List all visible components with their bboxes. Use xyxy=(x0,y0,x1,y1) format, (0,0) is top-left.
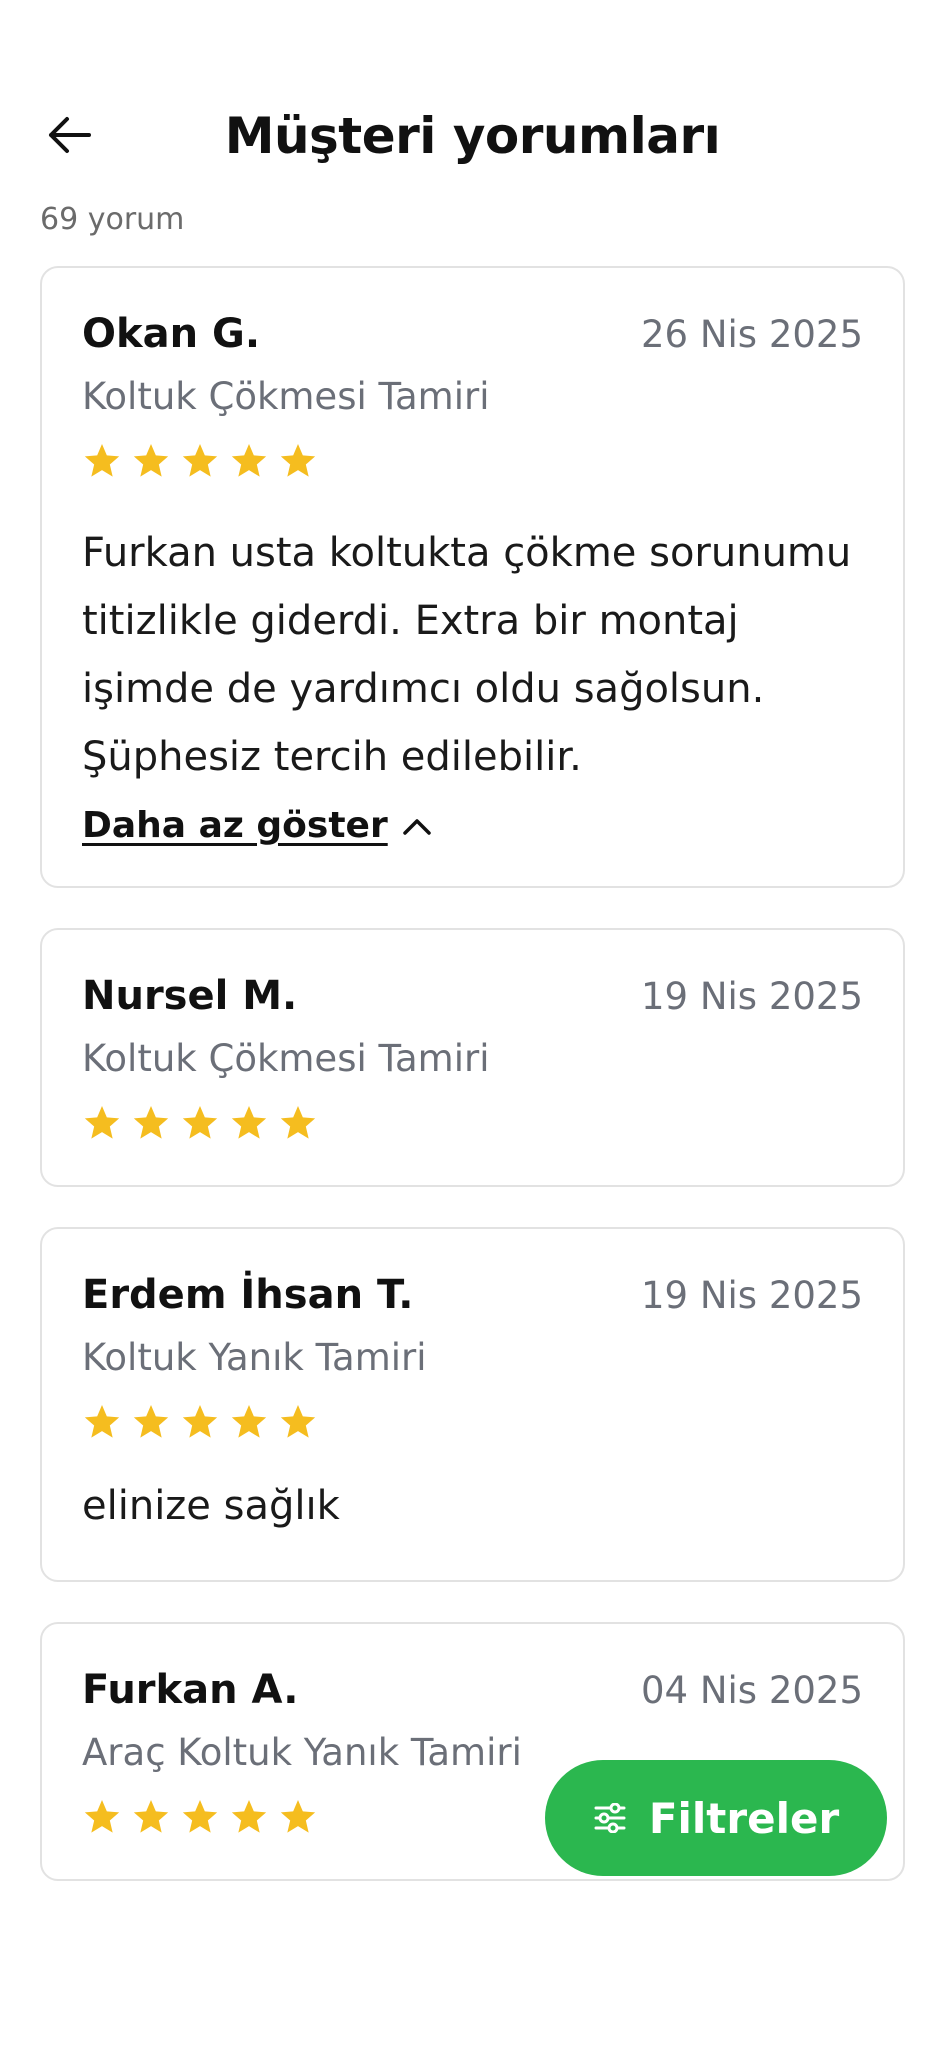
star-icon xyxy=(231,444,267,477)
chevron-up-icon xyxy=(402,818,431,835)
review-card: Erdem İhsan T. 19 Nis 2025 Koltuk Yanık … xyxy=(40,1227,905,1582)
star-icon xyxy=(133,444,169,477)
star-icon xyxy=(133,1106,169,1139)
star-icon xyxy=(280,1106,316,1139)
star-rating xyxy=(82,1101,863,1145)
show-less-label: Daha az göster xyxy=(82,805,388,846)
star-icon xyxy=(182,1405,218,1438)
reviewer-name: Furkan A. xyxy=(82,1667,299,1713)
star-icon xyxy=(280,1800,316,1833)
star-icon xyxy=(231,1800,267,1833)
star-icon xyxy=(280,444,316,477)
star-rating xyxy=(82,1400,863,1444)
sliders-icon xyxy=(594,1803,626,1833)
star-rating xyxy=(82,439,863,483)
review-count: 69 yorum xyxy=(40,202,185,237)
review-card: Nursel M. 19 Nis 2025 Koltuk Çökmesi Tam… xyxy=(40,928,905,1187)
service-name: Koltuk Çökmesi Tamiri xyxy=(82,1037,490,1080)
reviewer-name: Erdem İhsan T. xyxy=(82,1272,414,1318)
show-less-button[interactable]: Daha az göster xyxy=(82,805,432,846)
review-date: 19 Nis 2025 xyxy=(641,975,863,1018)
star-icon xyxy=(280,1405,316,1438)
header: Müşteri yorumları xyxy=(0,88,945,180)
review-comment: elinize sağlık xyxy=(82,1483,340,1529)
review-date: 19 Nis 2025 xyxy=(641,1274,863,1317)
star-icon xyxy=(182,1800,218,1833)
star-icon xyxy=(84,1800,120,1833)
star-icon xyxy=(231,1106,267,1139)
star-icon xyxy=(133,1800,169,1833)
star-icon xyxy=(84,444,120,477)
review-card: Okan G. 26 Nis 2025 Koltuk Çökmesi Tamir… xyxy=(40,266,905,888)
star-icon xyxy=(231,1405,267,1438)
star-icon xyxy=(182,444,218,477)
review-date: 04 Nis 2025 xyxy=(641,1669,863,1712)
filters-label: Filtreler xyxy=(648,1793,840,1843)
reviewer-name: Nursel M. xyxy=(82,973,298,1019)
star-icon xyxy=(182,1106,218,1139)
review-date: 26 Nis 2025 xyxy=(641,313,863,356)
review-comment: Furkan usta koltukta çökme sorunumu titi… xyxy=(82,530,852,780)
star-icon xyxy=(133,1405,169,1438)
service-name: Koltuk Çökmesi Tamiri xyxy=(82,375,490,418)
star-icon xyxy=(84,1405,120,1438)
service-name: Koltuk Yanık Tamiri xyxy=(82,1336,427,1379)
filters-button[interactable]: Filtreler xyxy=(545,1760,887,1876)
reviewer-name: Okan G. xyxy=(82,311,261,357)
page-title: Müşteri yorumları xyxy=(224,107,721,165)
review-list[interactable]: Okan G. 26 Nis 2025 Koltuk Çökmesi Tamir… xyxy=(40,266,905,1934)
star-icon xyxy=(84,1106,120,1139)
